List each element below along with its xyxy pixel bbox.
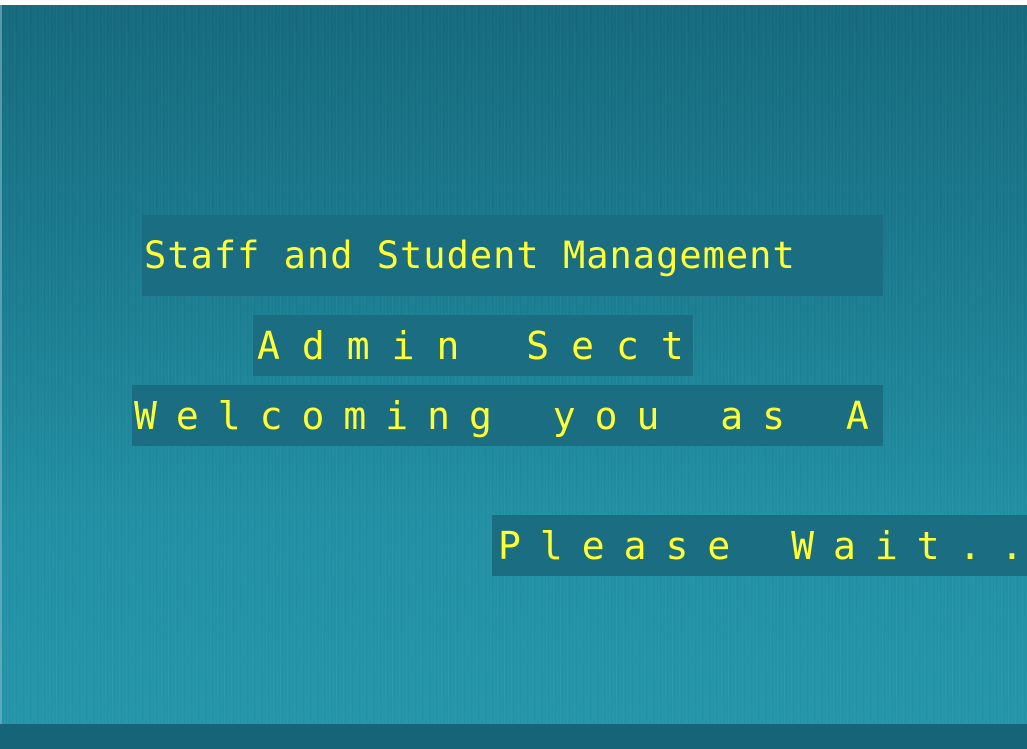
- section-label: Admin Section: [253, 315, 693, 376]
- window-edge: [0, 5, 2, 749]
- loading-status-text: Please Wait.....: [498, 523, 1027, 568]
- welcome-label: Welcoming you as Admin: [132, 385, 883, 446]
- loading-status-label: Please Wait.....: [492, 515, 1027, 576]
- splash-screen: Staff and Student Management Admin Secti…: [0, 5, 1027, 749]
- section-text: Admin Section: [257, 323, 693, 368]
- app-title-text: Staff and Student Management: [144, 234, 796, 277]
- app-title-label: Staff and Student Management: [142, 215, 883, 296]
- welcome-text: Welcoming you as Admin: [134, 393, 883, 438]
- bottom-progress-bar: [0, 724, 1027, 749]
